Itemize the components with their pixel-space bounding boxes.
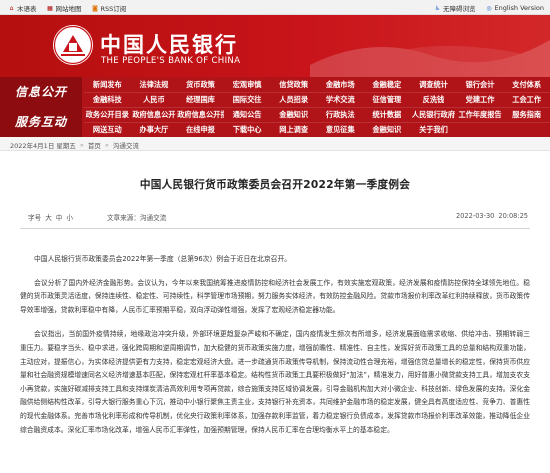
- home-icon: ⌂: [9, 4, 14, 12]
- breadcrumb: 2022年4月1日 星期五 » 首页 » 沟通交流: [0, 137, 550, 151]
- article-title: 中国人民银行货币政策委员会召开2022年第一季度例会: [139, 179, 411, 191]
- nav-item[interactable]: 统计数据: [364, 108, 411, 122]
- nav-rows: 新闻发布 法律法规 货币政策 宏观审慎 信贷政策 金融市场 金融稳定 调查统计 银行会计 支付体系…: [84, 77, 550, 137]
- sitemap-icon: ▦: [47, 4, 53, 12]
- site-title-cn[interactable]: 中国人民银行: [100, 29, 238, 59]
- font-size-small-button[interactable]: 小: [66, 212, 73, 222]
- nav-item[interactable]: 新闻发布: [84, 77, 131, 92]
- site-title-en: THE PEOPLE'S BANK OF CHINA: [101, 56, 241, 66]
- article-paragraph: 会议分析了国内外经济金融形势。会议认为，今年以来我国统筹推进疫情防控和经济社会发…: [20, 278, 530, 314]
- breadcrumb-home[interactable]: 首页: [88, 140, 101, 150]
- site-banner: 中国人民银行 THE PEOPLE'S BANK OF CHINA: [0, 15, 550, 77]
- nav-item[interactable]: 意见征集: [317, 123, 364, 137]
- nav-item[interactable]: 网送互动: [84, 123, 131, 137]
- nav-item[interactable]: 国际交往: [224, 93, 271, 107]
- nav-item[interactable]: 反洗钱: [410, 93, 457, 107]
- nav-item: [457, 123, 504, 137]
- nav-item[interactable]: 金融稳定: [364, 77, 411, 92]
- divider: [20, 228, 530, 229]
- nav-item[interactable]: 政务公开目录: [84, 108, 131, 122]
- breadcrumb-separator: »: [79, 141, 84, 149]
- nav-item[interactable]: 金融科技: [84, 93, 131, 107]
- nav-row: 网送互动 办事大厅 在线申报 下载中心 网上调查 意见征集 金融知识 关于我们: [84, 122, 550, 137]
- nav-item[interactable]: 金融知识: [270, 108, 317, 122]
- nav-item[interactable]: 人民币: [131, 93, 178, 107]
- nav-item[interactable]: 工会工作: [503, 93, 550, 107]
- nav-item[interactable]: 在线申报: [177, 123, 224, 137]
- nav-item[interactable]: 调查统计: [410, 77, 457, 92]
- topbar-link-english[interactable]: ◎ English Version: [486, 3, 544, 13]
- topbar-link-sitemap[interactable]: ▦ 网站地图: [47, 3, 82, 14]
- nav-item[interactable]: 服务指南: [503, 108, 550, 122]
- main-navigation: 信息公开 服务互动 新闻发布 法律法规 货币政策 宏观审慎 信贷政策 金融市场 金融稳定 调查…: [0, 77, 550, 137]
- top-utility-bar: ⌂ 木语表 ▦ 网站地图 ◙ RSS订阅 ♿ 无障碍浏览 ◎ English V…: [0, 0, 550, 15]
- font-size-label: 字号: [28, 214, 42, 222]
- breadcrumb-section[interactable]: 沟通交流: [113, 140, 139, 150]
- nav-item[interactable]: 经理国库: [177, 93, 224, 107]
- article-paragraph: 会议指出，当前国外疫情持续，地缘政治冲突升级，外部环境更趋复杂严峻和不确定，国内…: [20, 330, 531, 434]
- topbar-link-label: RSS订阅: [100, 5, 127, 13]
- nav-item[interactable]: 行政执法: [317, 108, 364, 122]
- article-meta: 字号 大 中 小 文章来源：沟通交流 2022-03-30 20:08:25: [20, 212, 530, 224]
- topbar-link-label: 无障碍浏览: [443, 5, 476, 13]
- topbar-link-label: 网站地图: [55, 5, 82, 13]
- nav-item[interactable]: 法律法规: [131, 77, 178, 92]
- nav-item[interactable]: 人民银行政府: [410, 108, 457, 122]
- nav-item[interactable]: 支付体系: [503, 77, 550, 92]
- nav-item[interactable]: 征信管理: [364, 93, 411, 107]
- nav-item[interactable]: 人员招录: [270, 93, 317, 107]
- pboc-logo-icon[interactable]: [52, 24, 94, 66]
- nav-item[interactable]: 银行会计: [457, 77, 504, 92]
- nav-item[interactable]: 政府信息公开指南: [177, 108, 224, 122]
- article-date: 2022-03-30: [456, 212, 495, 220]
- nav-item[interactable]: 党建工作: [457, 93, 504, 107]
- article: 中国人民银行货币政策委员会召开2022年第一季度例会 字号 大 中 小 文章来源…: [20, 151, 530, 437]
- nav-item[interactable]: 办事大厅: [131, 123, 178, 137]
- nav-row: 金融科技 人民币 经理国库 国际交往 人员招录 学术交流 征信管理 反洗钱 党建工作 工会工作: [84, 92, 550, 107]
- accessibility-icon: ♿: [434, 4, 441, 12]
- globe-icon: ◎: [486, 4, 492, 12]
- rss-icon: ◙: [92, 4, 98, 12]
- article-body: 中国人民银行货币政策委员会2022年第一季度（总第96次）例会于近日在北京召开。…: [20, 253, 530, 437]
- nav-row: 政务公开目录政府信息公开政府信息公开指南通知公告金融知识行政执法统计数据人民银行…: [84, 107, 550, 122]
- nav-item[interactable]: 金融知识: [364, 123, 411, 137]
- article-paragraph: 中国人民银行货币政策委员会2022年第一季度（总第96次）例会于近日在北京召开。: [34, 255, 292, 263]
- nav-item[interactable]: 下载中心: [224, 123, 271, 137]
- topbar-link-label: English Version: [494, 4, 544, 12]
- nav-section-service-interaction[interactable]: 服务互动: [0, 107, 82, 137]
- nav-item: [503, 123, 550, 137]
- nav-item[interactable]: 通知公告: [224, 108, 271, 122]
- font-size-large-button[interactable]: 大: [45, 212, 52, 222]
- nav-section-info-disclosure[interactable]: 信息公开: [0, 77, 82, 107]
- nav-item[interactable]: 关于我们: [410, 123, 457, 137]
- article-source: 文章来源：沟通交流: [106, 214, 167, 222]
- font-size-medium-button[interactable]: 中: [56, 212, 63, 222]
- breadcrumb-separator: »: [104, 141, 109, 149]
- nav-row: 新闻发布 法律法规 货币政策 宏观审慎 信贷政策 金融市场 金融稳定 调查统计 银行会计 支付体系: [84, 77, 550, 92]
- nav-item[interactable]: 货币政策: [177, 77, 224, 92]
- nav-item[interactable]: 金融市场: [317, 77, 364, 92]
- nav-item[interactable]: 宏观审慎: [224, 77, 271, 92]
- article-time: 20:08:25: [498, 212, 528, 220]
- topbar-link-rss[interactable]: ◙ RSS订阅: [92, 3, 127, 14]
- banner-decoration: [310, 40, 550, 77]
- nav-item[interactable]: 政府信息公开: [131, 108, 178, 122]
- topbar-link-home[interactable]: ⌂ 木语表: [8, 3, 37, 14]
- current-date: 2022年4月1日 星期五: [10, 142, 76, 150]
- topbar-link-label: 木语表: [17, 5, 37, 13]
- nav-item[interactable]: 网上调查: [270, 123, 317, 137]
- nav-item[interactable]: 学术交流: [317, 93, 364, 107]
- nav-item[interactable]: 信贷政策: [270, 77, 317, 92]
- nav-item[interactable]: 工作年度报告: [457, 108, 504, 122]
- topbar-link-accessibility[interactable]: ♿ 无障碍浏览: [434, 3, 476, 14]
